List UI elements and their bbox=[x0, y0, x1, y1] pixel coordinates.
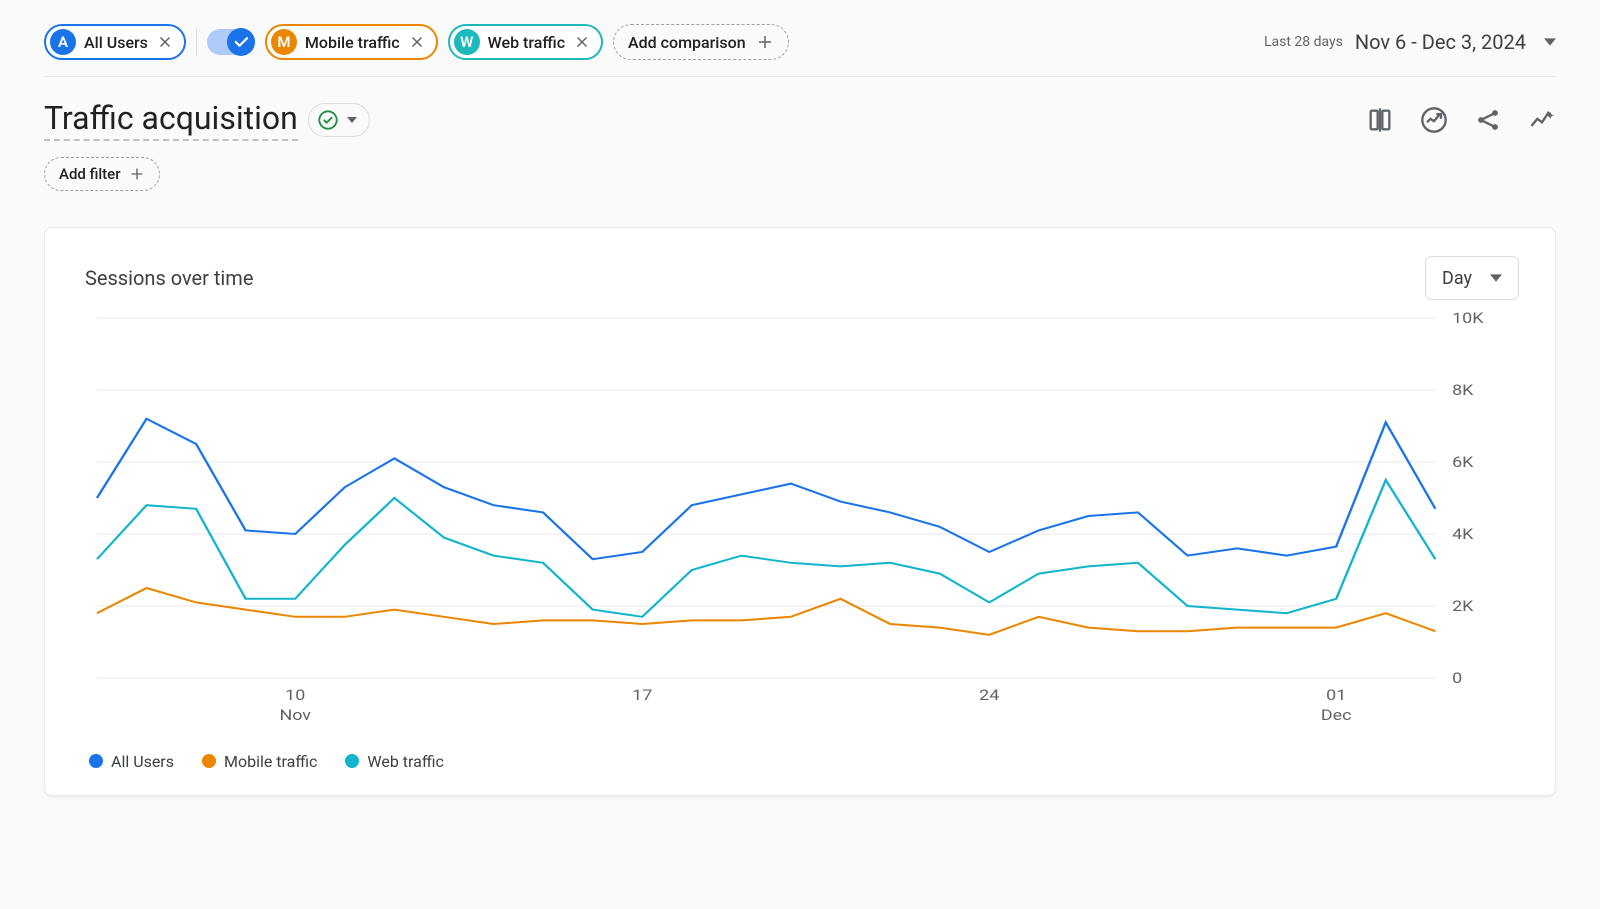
svg-text:10: 10 bbox=[285, 687, 305, 704]
segment-chip-web-traffic[interactable]: W Web traffic bbox=[448, 24, 603, 60]
add-comparison-button[interactable]: Add comparison bbox=[613, 24, 789, 60]
add-filter-label: Add filter bbox=[59, 165, 121, 183]
legend-item: Mobile traffic bbox=[202, 752, 317, 771]
segment-chip-all-users[interactable]: A All Users bbox=[44, 24, 186, 60]
svg-text:0: 0 bbox=[1452, 670, 1462, 687]
svg-text:Dec: Dec bbox=[1321, 707, 1352, 724]
date-range-selector[interactable]: Last 28 days Nov 6 - Dec 3, 2024 bbox=[1264, 30, 1556, 54]
granularity-selector[interactable]: Day bbox=[1425, 256, 1519, 300]
chevron-down-icon bbox=[347, 115, 357, 125]
segment-avatar: A bbox=[50, 29, 76, 55]
chevron-down-icon bbox=[1544, 36, 1556, 48]
insights-icon[interactable] bbox=[1420, 106, 1448, 134]
segment-avatar: W bbox=[454, 29, 480, 55]
add-filter-button[interactable]: Add filter bbox=[44, 157, 160, 191]
segment-chip-mobile-traffic[interactable]: M Mobile traffic bbox=[265, 24, 438, 60]
svg-text:01: 01 bbox=[1326, 687, 1346, 704]
chart-legend: All Users Mobile traffic Web traffic bbox=[85, 732, 1519, 771]
svg-text:24: 24 bbox=[979, 687, 999, 704]
filter-bar: A All Users M Mobile traffic W Web traff… bbox=[44, 24, 1556, 77]
segment-label: All Users bbox=[84, 33, 148, 52]
svg-text:Nov: Nov bbox=[279, 707, 311, 724]
segment-label: Web traffic bbox=[488, 33, 565, 52]
chevron-down-icon bbox=[1490, 272, 1502, 284]
plus-icon bbox=[756, 33, 774, 51]
close-icon[interactable] bbox=[408, 33, 426, 51]
svg-text:8K: 8K bbox=[1452, 382, 1474, 399]
svg-text:17: 17 bbox=[632, 687, 652, 704]
legend-dot bbox=[202, 754, 216, 768]
close-icon[interactable] bbox=[156, 33, 174, 51]
legend-dot bbox=[345, 754, 359, 768]
title-row: Traffic acquisition bbox=[44, 77, 1556, 141]
chart-title: Sessions over time bbox=[85, 266, 253, 290]
status-pill[interactable] bbox=[308, 103, 370, 137]
check-icon bbox=[232, 33, 250, 51]
svg-text:10K: 10K bbox=[1452, 312, 1484, 328]
legend-item: Web traffic bbox=[345, 752, 443, 771]
segment-label: Mobile traffic bbox=[305, 33, 400, 52]
svg-text:2K: 2K bbox=[1452, 598, 1474, 615]
legend-dot bbox=[89, 754, 103, 768]
share-icon[interactable] bbox=[1474, 106, 1502, 134]
granularity-label: Day bbox=[1442, 268, 1472, 289]
sparkle-trend-icon[interactable] bbox=[1528, 106, 1556, 134]
compare-icon[interactable] bbox=[1366, 106, 1394, 134]
chart-card: Sessions over time Day 0 2K 4K 6K 8K 10K 10 17 2… bbox=[44, 227, 1556, 796]
sessions-line-chart: 0 2K 4K 6K 8K 10K 10 17 24 01 Nov Dec bbox=[85, 312, 1519, 732]
svg-text:6K: 6K bbox=[1452, 454, 1474, 471]
toolbar-icons bbox=[1366, 106, 1556, 134]
segment-avatar: M bbox=[271, 29, 297, 55]
comparison-toggle[interactable] bbox=[207, 29, 255, 55]
page-title: Traffic acquisition bbox=[44, 99, 298, 141]
close-icon[interactable] bbox=[573, 33, 591, 51]
add-filter-row: Add filter bbox=[44, 141, 1556, 191]
add-comparison-label: Add comparison bbox=[628, 33, 746, 52]
date-range-label: Last 28 days bbox=[1264, 34, 1343, 50]
date-range-value: Nov 6 - Dec 3, 2024 bbox=[1355, 30, 1526, 54]
svg-text:4K: 4K bbox=[1452, 526, 1474, 543]
legend-item: All Users bbox=[89, 752, 174, 771]
separator bbox=[196, 28, 197, 56]
plus-icon bbox=[129, 166, 145, 182]
check-circle-icon bbox=[317, 109, 339, 131]
